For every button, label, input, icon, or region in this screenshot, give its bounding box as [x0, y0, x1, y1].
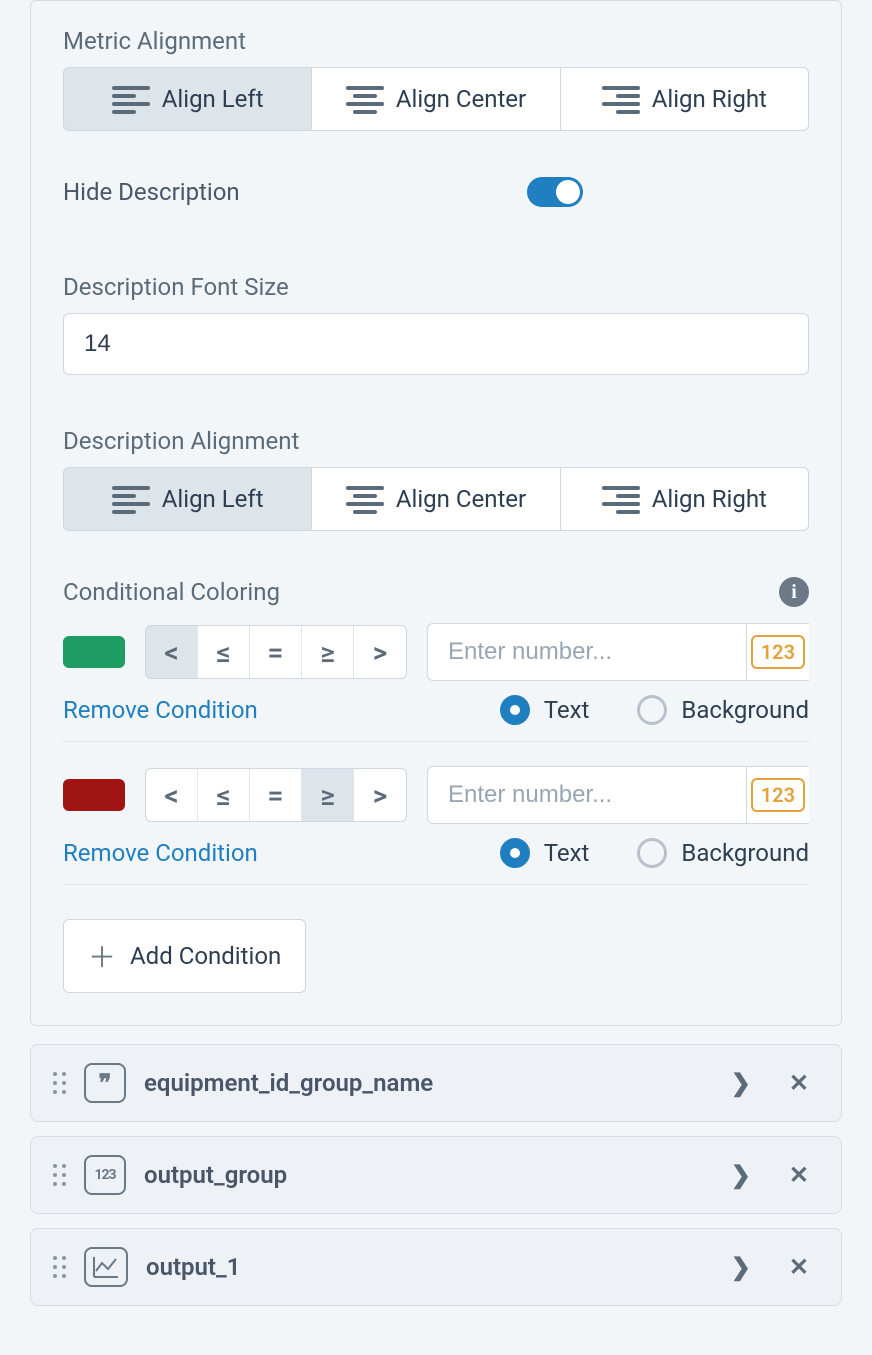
metric-align-left-label: Align Left — [162, 85, 264, 113]
numeric-type-icon: 123 — [84, 1155, 126, 1195]
hide-description-toggle[interactable] — [527, 177, 583, 207]
add-condition-button[interactable]: ＋ Add Condition — [63, 919, 306, 993]
metric-align-center-label: Align Center — [396, 85, 526, 113]
operator-lte-button[interactable]: ≤ — [198, 769, 250, 821]
apply-to-radio-group: Text Background — [500, 695, 809, 725]
remove-condition-link[interactable]: Remove Condition — [63, 839, 258, 867]
desc-align-left-label: Align Left — [162, 485, 264, 513]
operator-gt-button[interactable]: > — [354, 626, 406, 678]
field-item-2[interactable]: output_1 ❯ ✕ — [30, 1228, 842, 1306]
hide-description-row: Hide Description — [63, 177, 583, 207]
description-alignment-group: Align Left Align Center Align Right — [63, 467, 809, 531]
description-alignment-label-text: Description Alignment — [63, 427, 299, 455]
expand-icon[interactable]: ❯ — [721, 1253, 761, 1281]
operator-group: < ≤ = ≥ > — [145, 768, 407, 822]
field-item-0[interactable]: ❞ equipment_id_group_name ❯ ✕ — [30, 1044, 842, 1122]
add-condition-label: Add Condition — [130, 942, 281, 970]
operator-lt-button[interactable]: < — [146, 626, 198, 678]
metric-alignment-label: Metric Alignment — [63, 27, 809, 55]
metric-align-left-button[interactable]: Align Left — [63, 67, 312, 131]
string-type-icon: ❞ — [84, 1063, 126, 1103]
align-left-icon — [112, 484, 150, 514]
condition-color-swatch[interactable] — [63, 636, 125, 668]
desc-align-left-button[interactable]: Align Left — [63, 467, 312, 531]
apply-to-text-radio[interactable] — [500, 695, 530, 725]
numeric-type-badge[interactable]: 123 — [747, 766, 809, 824]
numeric-type-badge-text: 123 — [751, 778, 805, 812]
align-left-icon — [112, 84, 150, 114]
apply-to-background-radio[interactable] — [637, 695, 667, 725]
remove-field-icon[interactable]: ✕ — [779, 1253, 819, 1281]
apply-to-text-radio[interactable] — [500, 838, 530, 868]
condition-row-1: < ≤ = ≥ > 123 Remove Condition Text Back… — [63, 766, 809, 885]
numeric-type-badge[interactable]: 123 — [747, 623, 809, 681]
remove-condition-link[interactable]: Remove Condition — [63, 696, 258, 724]
desc-align-right-button[interactable]: Align Right — [561, 467, 809, 531]
metric-alignment-group: Align Left Align Center Align Right — [63, 67, 809, 131]
desc-align-center-button[interactable]: Align Center — [312, 467, 560, 531]
field-name-label: output_1 — [146, 1253, 703, 1281]
conditional-coloring-label-text: Conditional Coloring — [63, 578, 280, 606]
metric-alignment-label-text: Metric Alignment — [63, 27, 246, 55]
align-center-icon — [346, 484, 384, 514]
apply-to-background-radio[interactable] — [637, 838, 667, 868]
field-item-1[interactable]: 123 output_group ❯ ✕ — [30, 1136, 842, 1214]
operator-gt-button[interactable]: > — [354, 769, 406, 821]
apply-to-background-label: Background — [681, 696, 809, 724]
expand-icon[interactable]: ❯ — [721, 1069, 761, 1097]
operator-group: < ≤ = ≥ > — [145, 625, 407, 679]
chart-type-icon — [84, 1247, 128, 1287]
condition-value-input[interactable] — [427, 766, 747, 824]
metric-align-right-label: Align Right — [652, 85, 767, 113]
apply-to-text-label: Text — [544, 696, 590, 724]
description-font-size-input[interactable] — [63, 313, 809, 375]
info-icon[interactable]: i — [779, 577, 809, 607]
settings-panel: Metric Alignment Align Left Align Center… — [30, 0, 842, 1026]
desc-align-center-label: Align Center — [396, 485, 526, 513]
condition-value-input[interactable] — [427, 623, 747, 681]
apply-to-background-label: Background — [681, 839, 809, 867]
align-center-icon — [346, 84, 384, 114]
align-right-icon — [602, 84, 640, 114]
desc-align-right-label: Align Right — [652, 485, 767, 513]
plus-icon: ＋ — [88, 936, 116, 976]
metric-align-right-button[interactable]: Align Right — [561, 67, 809, 131]
numeric-type-badge-text: 123 — [751, 635, 805, 669]
conditional-coloring-label: Conditional Coloring i — [63, 577, 809, 607]
align-right-icon — [602, 484, 640, 514]
metric-align-center-button[interactable]: Align Center — [312, 67, 560, 131]
operator-eq-button[interactable]: = — [250, 626, 302, 678]
description-font-size-label-text: Description Font Size — [63, 273, 289, 301]
operator-gte-button[interactable]: ≥ — [302, 626, 354, 678]
apply-to-radio-group: Text Background — [500, 838, 809, 868]
description-font-size-label: Description Font Size — [63, 273, 809, 301]
hide-description-label: Hide Description — [63, 178, 240, 206]
operator-lte-button[interactable]: ≤ — [198, 626, 250, 678]
operator-eq-button[interactable]: = — [250, 769, 302, 821]
field-name-label: output_group — [144, 1161, 703, 1189]
remove-field-icon[interactable]: ✕ — [779, 1161, 819, 1189]
toggle-knob — [556, 180, 580, 204]
description-alignment-label: Description Alignment — [63, 427, 809, 455]
operator-lt-button[interactable]: < — [146, 769, 198, 821]
condition-row-0: < ≤ = ≥ > 123 Remove Condition Text Back… — [63, 623, 809, 742]
drag-handle-icon[interactable] — [53, 1256, 66, 1278]
drag-handle-icon[interactable] — [53, 1164, 66, 1186]
field-name-label: equipment_id_group_name — [144, 1069, 703, 1097]
condition-color-swatch[interactable] — [63, 779, 125, 811]
remove-field-icon[interactable]: ✕ — [779, 1069, 819, 1097]
expand-icon[interactable]: ❯ — [721, 1161, 761, 1189]
operator-gte-button[interactable]: ≥ — [302, 769, 354, 821]
drag-handle-icon[interactable] — [53, 1072, 66, 1094]
apply-to-text-label: Text — [544, 839, 590, 867]
